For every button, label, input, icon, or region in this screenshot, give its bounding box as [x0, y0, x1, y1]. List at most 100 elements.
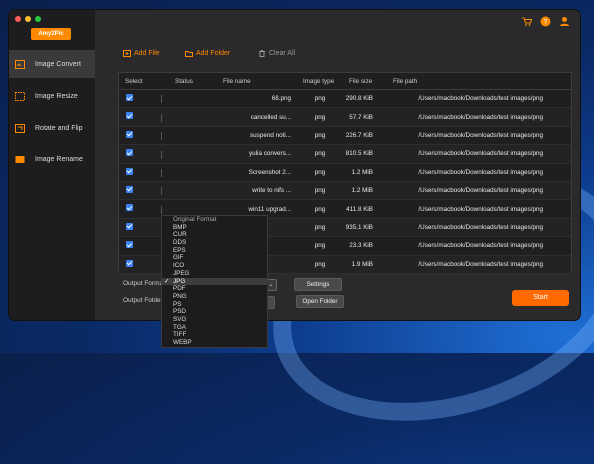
- sidebar-item-image-rename[interactable]: Image Rename: [9, 145, 95, 173]
- dropdown-option[interactable]: TGA: [162, 324, 267, 332]
- row-image-type: png: [297, 255, 343, 274]
- settings-button[interactable]: Settings: [294, 278, 342, 291]
- row-checkbox[interactable]: [126, 149, 133, 157]
- row-checkbox[interactable]: [126, 130, 133, 138]
- table-row[interactable]: suspend noti... png 226.7 KiB/Users/macboo…: [119, 126, 571, 146]
- dropdown-option[interactable]: SVG: [162, 316, 267, 324]
- dropdown-option[interactable]: PSD: [162, 308, 267, 316]
- dropdown-option-label: GIF: [173, 254, 184, 262]
- dropdown-option-original[interactable]: Original Format: [162, 216, 267, 224]
- row-file-name: 68.png: [217, 89, 297, 109]
- row-checkbox[interactable]: [126, 167, 133, 175]
- header-icons: ?: [521, 16, 570, 27]
- rotate-flip-icon: [15, 123, 25, 133]
- dropdown-option[interactable]: PS: [162, 301, 267, 309]
- table-row[interactable]: write to nifs ... png 1.2 MiB/Users/macboo…: [119, 181, 571, 201]
- dropdown-option[interactable]: BMP: [162, 224, 267, 232]
- sidebar-item-image-convert[interactable]: Image Convert: [9, 50, 95, 78]
- row-file-path: /Users/macbook/Downloads/test images/png: [387, 199, 571, 219]
- minimize-window-button[interactable]: [25, 16, 31, 22]
- open-folder-button[interactable]: Open Folder: [296, 295, 344, 308]
- table-row[interactable]: yulia convers... png 810.5 KiB/Users/macbo…: [119, 144, 571, 164]
- row-select-cell[interactable]: [119, 126, 169, 146]
- row-checkbox[interactable]: [126, 222, 133, 230]
- row-file-path: /Users/macbook/Downloads/test images/png: [387, 126, 571, 146]
- row-file-size: 57.7 KiB: [343, 107, 387, 127]
- row-status: [169, 89, 217, 109]
- dropdown-option[interactable]: EPS: [162, 247, 267, 255]
- dropdown-option[interactable]: GIF: [162, 254, 267, 262]
- clear-all-button[interactable]: Clear All: [258, 50, 295, 57]
- row-select-cell[interactable]: [119, 144, 169, 164]
- row-status: [169, 107, 217, 127]
- row-status: [169, 144, 217, 164]
- add-file-button[interactable]: Add File: [123, 50, 160, 57]
- dropdown-option[interactable]: CUR: [162, 231, 267, 239]
- row-file-size: 226.7 KiB: [343, 126, 387, 146]
- row-checkbox[interactable]: [126, 241, 133, 249]
- add-folder-label: Add Folder: [196, 50, 231, 57]
- dropdown-option-label: DDS: [173, 239, 187, 247]
- add-file-icon: [123, 50, 131, 57]
- dropdown-option[interactable]: DDS: [162, 239, 267, 247]
- user-icon[interactable]: [559, 16, 570, 27]
- column-header-file-size[interactable]: File size: [343, 73, 387, 90]
- image-resize-icon: [15, 91, 25, 101]
- dropdown-option[interactable]: PDF: [162, 285, 267, 293]
- dropdown-option[interactable]: WEBP: [162, 339, 267, 347]
- column-header-file-name[interactable]: File name: [217, 73, 297, 90]
- close-window-button[interactable]: [15, 16, 21, 22]
- dropdown-option[interactable]: JPEG: [162, 270, 267, 278]
- row-file-size: 935.1 KiB: [343, 218, 387, 238]
- sidebar-item-rotate-flip[interactable]: Rotate and Flip: [9, 114, 95, 142]
- zoom-window-button[interactable]: [35, 16, 41, 22]
- column-divider: [161, 205, 162, 214]
- row-select-cell[interactable]: [119, 181, 169, 201]
- dropdown-option-label: CUR: [173, 231, 187, 239]
- row-file-name: cancelled su...: [217, 107, 297, 127]
- cart-icon[interactable]: [521, 16, 532, 27]
- table-row[interactable]: cancelled su... png 57.7 KiB/Users/macbook…: [119, 107, 571, 127]
- column-divider: [161, 95, 162, 104]
- row-status: [169, 181, 217, 201]
- row-file-name: Screenshot 2...: [217, 163, 297, 182]
- add-folder-button[interactable]: Add Folder: [185, 50, 230, 57]
- row-select-cell[interactable]: [119, 89, 169, 109]
- row-select-cell[interactable]: [119, 163, 169, 182]
- row-checkbox[interactable]: [126, 204, 133, 212]
- dropdown-option[interactable]: TIFF: [162, 331, 267, 339]
- row-file-size: 1.9 MiB: [343, 255, 387, 274]
- column-header-select[interactable]: Select: [119, 73, 169, 90]
- sidebar-item-image-resize[interactable]: Image Resize: [9, 82, 95, 110]
- table-row[interactable]: Screenshot 2... png 1.2 MiB/Users/macbook/…: [119, 163, 571, 182]
- row-checkbox[interactable]: [126, 112, 133, 120]
- sidebar-item-label: Image Convert: [35, 60, 81, 68]
- row-checkbox[interactable]: [126, 94, 133, 102]
- help-icon[interactable]: ?: [540, 16, 551, 27]
- row-select-cell[interactable]: [119, 107, 169, 127]
- svg-text:?: ?: [544, 19, 548, 26]
- dropdown-option-label: PNG: [173, 292, 187, 300]
- column-header-file-path[interactable]: File path: [387, 73, 571, 90]
- row-image-type: png: [297, 144, 343, 164]
- row-file-size: 1.2 MiB: [343, 181, 387, 201]
- table-row[interactable]: 68.png png 290.8 KiB/Users/macbook/Downloa…: [119, 89, 571, 109]
- row-file-size: 810.5 KiB: [343, 144, 387, 164]
- row-file-size: 290.8 KiB: [343, 89, 387, 109]
- row-image-type: png: [297, 107, 343, 127]
- app-window: Amy2Pic Image Convert Image Resize Rotat…: [9, 10, 580, 320]
- dropdown-option[interactable]: PNG: [162, 293, 267, 301]
- column-divider: [161, 150, 162, 159]
- row-image-type: png: [297, 89, 343, 109]
- dropdown-option-label: ICO: [173, 262, 185, 270]
- dropdown-option[interactable]: ✓ JPG: [162, 277, 267, 286]
- column-header-image-type[interactable]: Image type: [297, 73, 343, 90]
- dropdown-option[interactable]: ICO: [162, 262, 267, 270]
- row-checkbox[interactable]: [126, 185, 133, 193]
- column-header-status[interactable]: Status: [169, 73, 217, 90]
- dropdown-option-label: TGA: [173, 323, 186, 331]
- window-controls: [15, 16, 41, 22]
- start-button[interactable]: Start: [512, 290, 569, 306]
- row-image-type: png: [297, 181, 343, 201]
- row-checkbox[interactable]: [126, 259, 133, 267]
